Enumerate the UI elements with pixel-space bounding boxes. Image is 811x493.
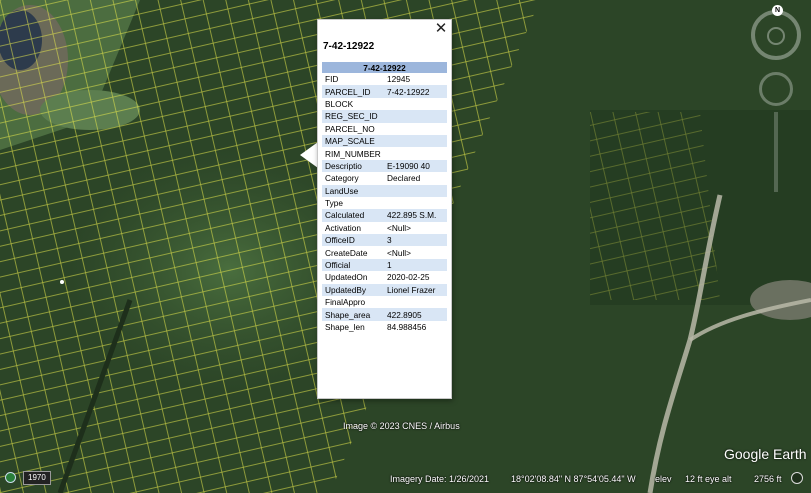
google-earth-logo: Google Earth bbox=[724, 446, 807, 462]
attribute-value bbox=[384, 98, 447, 110]
attribute-row: Activation <Null> bbox=[322, 222, 447, 234]
attribute-field: Shape_len bbox=[325, 322, 365, 332]
attribute-table-header: 7-42-12922 bbox=[322, 62, 447, 73]
attribute-row: BLOCK bbox=[322, 98, 447, 110]
timeline-year[interactable]: 1970 bbox=[23, 471, 51, 485]
attribute-row: FID 12945 bbox=[322, 73, 447, 85]
attribute-row: Type bbox=[322, 197, 447, 209]
attribute-field: LandUse bbox=[322, 184, 384, 197]
balloon-title: 7-42-12922 bbox=[323, 41, 375, 52]
zoom-slider[interactable] bbox=[774, 112, 778, 192]
attribute-field: REG_SEC_ID bbox=[322, 110, 384, 123]
look-joystick[interactable] bbox=[767, 27, 785, 45]
attribute-field: FID bbox=[325, 74, 339, 85]
info-balloon: ✕ 7-42-12922 7-42-12922 FID 12945 PARCEL_I… bbox=[317, 19, 452, 399]
attribute-value: Declared bbox=[387, 173, 421, 184]
balloon-pointer bbox=[300, 142, 318, 168]
attribute-field: Category bbox=[325, 173, 359, 184]
attribute-row: FinalAppro bbox=[322, 296, 447, 308]
attribute-value: <Null> bbox=[387, 222, 411, 233]
navigation-controls: N bbox=[748, 4, 808, 192]
attribute-value bbox=[384, 197, 447, 209]
attribute-row: Descriptio E-19090 40 bbox=[322, 159, 447, 173]
imagery-attribution: Image © 2023 CNES / Airbus bbox=[343, 421, 460, 431]
close-icon[interactable]: ✕ bbox=[434, 21, 448, 37]
eye-altitude-value: 2756 ft bbox=[754, 474, 782, 484]
attribute-row: PARCEL_NO bbox=[322, 123, 447, 135]
attribute-value: 3 bbox=[384, 234, 447, 247]
attribute-row: UpdatedBy Lionel Frazer bbox=[322, 283, 447, 297]
elevation-label: elev bbox=[655, 474, 672, 484]
elevation-value: 12 ft bbox=[685, 474, 703, 484]
attribute-value: 422.8905 bbox=[384, 308, 447, 321]
attribute-field: OfficeID bbox=[322, 234, 384, 247]
attribute-value bbox=[384, 296, 447, 308]
attribute-row: Shape_area 422.8905 bbox=[322, 308, 447, 321]
attribute-field: BLOCK bbox=[325, 98, 354, 109]
attribute-row: CreateDate <Null> bbox=[322, 246, 447, 258]
attribute-row: Official 1 bbox=[322, 258, 447, 272]
attribute-field: Type bbox=[325, 198, 343, 209]
attribute-row: UpdatedOn 2020-02-25 bbox=[322, 271, 447, 283]
attribute-table: 7-42-12922 FID 12945 PARCEL_ID 7-42-12922 BL… bbox=[322, 62, 447, 333]
attribute-field: Calculated bbox=[322, 209, 384, 222]
attribute-field: Shape_area bbox=[322, 308, 384, 321]
attribute-value: <Null> bbox=[387, 247, 411, 258]
attribute-row: Category Declared bbox=[322, 172, 447, 184]
attribute-value: E-19090 40 bbox=[384, 159, 447, 173]
attribute-field: RIM_NUMBER bbox=[325, 148, 381, 159]
attribute-row: RIM_NUMBER bbox=[322, 147, 447, 159]
north-icon[interactable]: N bbox=[772, 5, 783, 16]
attribute-field: UpdatedOn bbox=[325, 272, 368, 283]
attribute-value: 7-42-12922 bbox=[384, 85, 447, 98]
attribute-row: Shape_len 84.988456 bbox=[322, 321, 447, 333]
attribute-value bbox=[384, 110, 447, 123]
attribute-value: 2020-02-25 bbox=[387, 272, 430, 283]
attribute-field: Activation bbox=[325, 222, 361, 233]
coordinates-readout: 18°02'08.84" N 87°54'05.44" W bbox=[511, 474, 636, 484]
attribute-field: FinalAppro bbox=[325, 297, 366, 308]
attribute-value bbox=[384, 123, 447, 135]
move-joystick[interactable] bbox=[759, 72, 793, 106]
attribute-value: 422.895 S.M. bbox=[384, 209, 447, 222]
attribute-field: PARCEL_ID bbox=[322, 85, 384, 98]
attribute-value: Lionel Frazer bbox=[384, 283, 447, 297]
attribute-row: PARCEL_ID 7-42-12922 bbox=[322, 85, 447, 98]
attribute-field: CreateDate bbox=[325, 247, 368, 258]
attribute-row: OfficeID 3 bbox=[322, 234, 447, 247]
attribute-field: UpdatedBy bbox=[322, 283, 384, 297]
attribute-value: 1 bbox=[384, 258, 447, 272]
attribute-field: PARCEL_NO bbox=[325, 123, 375, 134]
attribute-value: 84.988456 bbox=[387, 322, 427, 332]
tour-icon[interactable] bbox=[791, 472, 803, 484]
attribute-row: Calculated 422.895 S.M. bbox=[322, 209, 447, 222]
attribute-field: Official bbox=[322, 258, 384, 272]
attribute-value bbox=[384, 184, 447, 197]
attribute-row: REG_SEC_ID bbox=[322, 110, 447, 123]
eye-altitude-label: eye alt bbox=[705, 474, 732, 484]
attribute-row: MAP_SCALE bbox=[322, 134, 447, 148]
attribute-field: Descriptio bbox=[322, 159, 384, 173]
attribute-value: 12945 bbox=[387, 74, 411, 85]
historical-imagery-icon[interactable] bbox=[5, 472, 16, 483]
attribute-value bbox=[384, 134, 447, 148]
attribute-field: MAP_SCALE bbox=[322, 134, 384, 148]
imagery-date: Imagery Date: 1/26/2021 bbox=[390, 474, 490, 484]
attribute-value bbox=[384, 147, 447, 159]
attribute-row: LandUse bbox=[322, 184, 447, 197]
